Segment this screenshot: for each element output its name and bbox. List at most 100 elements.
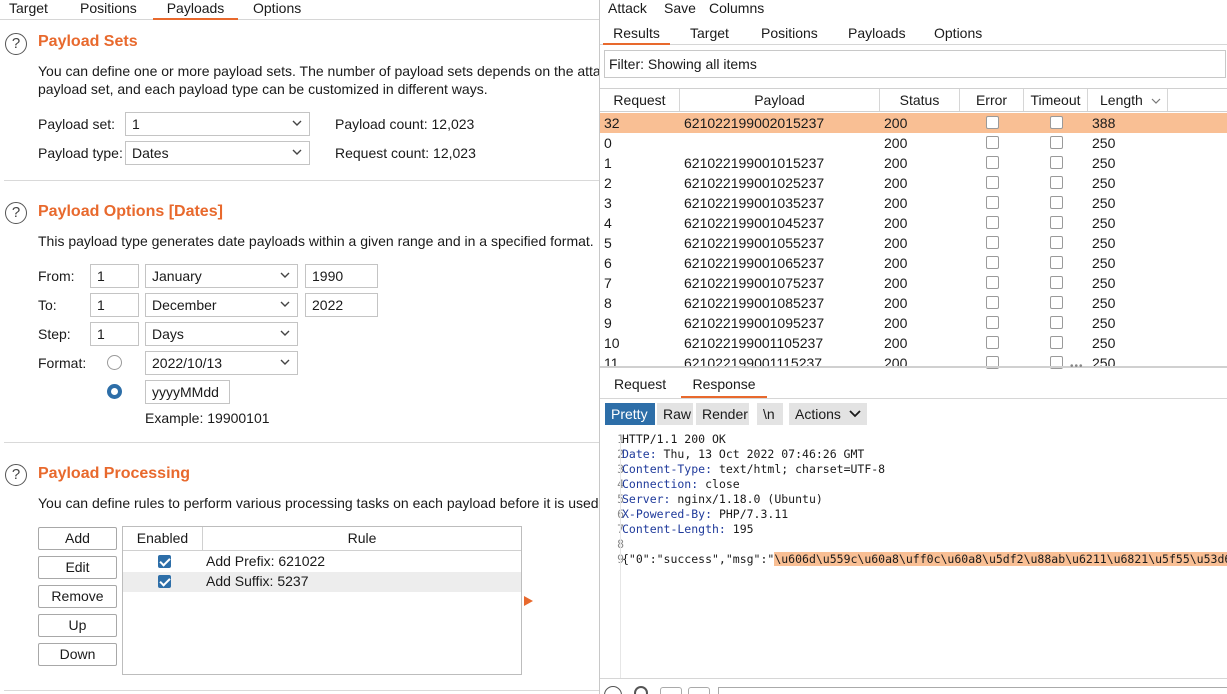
col-rule[interactable]: Rule	[203, 527, 521, 550]
menu-save[interactable]: Save	[664, 0, 696, 16]
gear-icon[interactable]	[632, 684, 650, 694]
newline-toggle-button[interactable]: \n	[757, 403, 783, 425]
remove-rule-button[interactable]: Remove	[38, 585, 117, 608]
left-tab-bar: Target Positions Payloads Options	[0, 0, 600, 20]
result-row[interactable]: 32 621022199002015237 200 388	[600, 113, 1227, 133]
tab-payloads[interactable]: Payloads	[153, 0, 238, 20]
payload-type-select[interactable]: Dates	[125, 141, 310, 165]
cell-payload: 621022199001055237	[684, 235, 825, 251]
col-enabled[interactable]: Enabled	[123, 527, 203, 550]
result-row[interactable]: 8 621022199001085237 200 250	[600, 293, 1227, 313]
to-month-value: December	[152, 297, 217, 313]
raw-button[interactable]: Raw	[657, 403, 693, 425]
back-button[interactable]	[660, 687, 682, 694]
result-row[interactable]: 2 621022199001025237 200 250	[600, 173, 1227, 193]
add-rule-button[interactable]: Add	[38, 527, 117, 550]
help-icon[interactable]: ?	[5, 202, 27, 224]
result-row[interactable]: 3 621022199001035237 200 250	[600, 193, 1227, 213]
format-custom-radio[interactable]	[107, 384, 122, 399]
cell-length: 250	[1092, 355, 1116, 371]
col-status[interactable]: Status	[880, 89, 960, 111]
tab-options[interactable]: Options	[253, 0, 301, 20]
result-row[interactable]: 7 621022199001075237 200 250	[600, 273, 1227, 293]
cell-payload: 621022199002015237	[684, 115, 825, 131]
cell-length: 250	[1092, 135, 1116, 151]
cell-payload: 621022199001105237	[684, 335, 824, 351]
timeout-checkbox	[1050, 316, 1063, 329]
chevron-down-icon	[849, 410, 861, 418]
tab-request[interactable]: Request	[614, 376, 666, 392]
help-icon[interactable]: ?	[5, 464, 27, 486]
attack-results-window: Attack Save Columns Results Target Posit…	[599, 0, 1227, 694]
format-preset-value: 2022/10/13	[152, 355, 223, 371]
col-request[interactable]: Request	[600, 89, 680, 111]
step-input[interactable]: 1	[90, 322, 139, 346]
tab-options[interactable]: Options	[934, 25, 982, 41]
result-row[interactable]: 9 621022199001095237 200 250	[600, 313, 1227, 333]
to-day-input[interactable]: 1	[90, 293, 139, 317]
line-content: {"0":"success","msg":"\u606d\u559c\u60a8…	[622, 552, 1227, 567]
result-row[interactable]: 11 621022199001115237 200 250	[600, 353, 1227, 373]
help-icon[interactable]	[604, 686, 622, 694]
chevron-down-icon	[280, 359, 290, 365]
result-row[interactable]: 1 621022199001015237 200 250	[600, 153, 1227, 173]
col-timeout[interactable]: Timeout	[1024, 89, 1088, 111]
error-checkbox	[986, 176, 999, 189]
from-year-input[interactable]: 1990	[305, 264, 378, 288]
tab-target[interactable]: Target	[9, 0, 48, 20]
step-unit-select[interactable]: Days	[145, 322, 298, 346]
result-row[interactable]: 4 621022199001045237 200 250	[600, 213, 1227, 233]
drag-handle-icon[interactable]: •••	[1070, 361, 1084, 372]
payload-options-title: Payload Options [Dates]	[38, 203, 223, 220]
actions-button[interactable]: Actions	[789, 403, 867, 425]
tab-response[interactable]: Response	[681, 376, 767, 398]
cell-length: 250	[1092, 335, 1116, 351]
format-preset-select[interactable]: 2022/10/13	[145, 351, 298, 375]
format-custom-input[interactable]: yyyyMMdd	[145, 380, 230, 404]
down-rule-button[interactable]: Down	[38, 643, 117, 666]
sort-chevron-icon	[1151, 98, 1161, 104]
col-payload[interactable]: Payload	[680, 89, 880, 111]
tab-positions[interactable]: Positions	[80, 0, 137, 20]
tab-payloads[interactable]: Payloads	[848, 25, 906, 41]
rule-enabled-checkbox[interactable]	[158, 575, 171, 588]
payload-set-label: Payload set:	[38, 116, 116, 132]
edit-rule-button[interactable]: Edit	[38, 556, 117, 579]
col-error[interactable]: Error	[960, 89, 1024, 111]
forward-button[interactable]	[688, 687, 710, 694]
tab-target[interactable]: Target	[690, 25, 729, 41]
payload-set-select[interactable]: 1	[125, 112, 310, 136]
result-row[interactable]: 6 621022199001065237 200 250	[600, 253, 1227, 273]
result-row[interactable]: 0 200 250	[600, 133, 1227, 153]
format-label: Format:	[38, 355, 87, 371]
menu-columns[interactable]: Columns	[709, 0, 764, 16]
format-preset-radio[interactable]	[107, 355, 122, 370]
col-length[interactable]: Length	[1088, 89, 1168, 111]
tab-positions[interactable]: Positions	[761, 25, 818, 41]
render-button[interactable]: Render	[696, 403, 749, 425]
from-month-select[interactable]: January	[145, 264, 298, 288]
search-input[interactable]	[718, 687, 1227, 694]
from-day-input[interactable]: 1	[90, 264, 139, 288]
result-row[interactable]: 5 621022199001055237 200 250	[600, 233, 1227, 253]
line-content: X-Powered-By: PHP/7.3.11	[622, 507, 788, 522]
up-rule-button[interactable]: Up	[38, 614, 117, 637]
header-value: {"0":"success","msg":"	[622, 552, 775, 566]
cell-status: 200	[884, 195, 908, 211]
chevron-down-icon	[292, 120, 302, 126]
response-editor[interactable]: 1HTTP/1.1 200 OK2Date: Thu, 13 Oct 2022 …	[608, 432, 1227, 672]
help-icon[interactable]: ?	[5, 33, 27, 55]
results-filter-bar[interactable]: Filter: Showing all items	[604, 50, 1226, 78]
rule-row[interactable]: Add Suffix: 5237	[123, 572, 521, 592]
rule-row[interactable]: Add Prefix: 621022	[123, 552, 521, 572]
expand-arrow-icon[interactable]	[524, 596, 534, 606]
to-month-select[interactable]: December	[145, 293, 298, 317]
from-label: From:	[38, 268, 75, 284]
result-row[interactable]: 10 621022199001105237 200 250	[600, 333, 1227, 353]
tab-results[interactable]: Results	[603, 25, 670, 45]
to-year-input[interactable]: 2022	[305, 293, 378, 317]
pane-splitter[interactable]	[600, 366, 1227, 368]
rule-enabled-checkbox[interactable]	[158, 555, 171, 568]
pretty-button[interactable]: Pretty	[605, 403, 655, 425]
menu-attack[interactable]: Attack	[608, 0, 647, 16]
